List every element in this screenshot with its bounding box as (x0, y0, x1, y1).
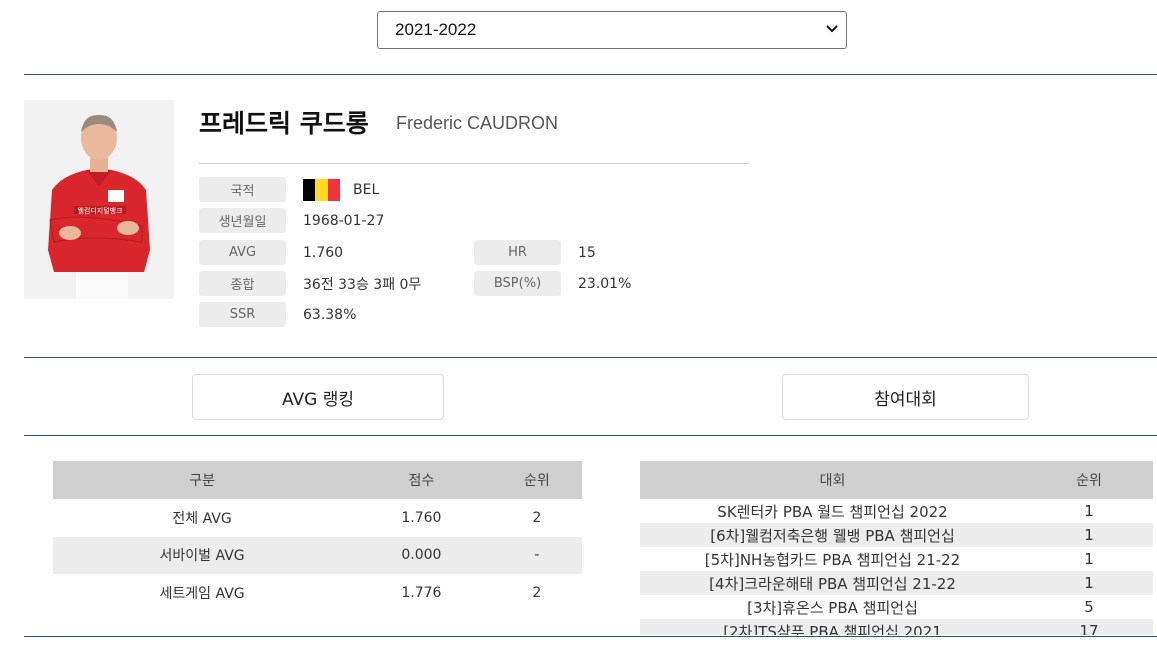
competition-table: 대회 순위 SK렌터카 PBA 월드 챔피언십 2022 1 [6차]웰컴저축은… (640, 461, 1153, 635)
svg-text:웰컴디지털뱅크: 웰컴디지털뱅크 (77, 206, 123, 215)
table-row[interactable]: [2차]TS샴푸 PBA 챔피언십 2021 17 (640, 619, 1153, 635)
avg-ranking-table: 구분 점수 순위 전체 AVG 1.760 2 서바이벌 AVG 0.000 -… (53, 461, 582, 612)
column-header: 순위 (491, 461, 582, 499)
bsp-label: BSP(%) (474, 271, 561, 296)
competition-name: [4차]크라운해태 PBA 챔피언십 21-22 (640, 571, 1025, 595)
birth-label: 생년월일 (199, 208, 286, 233)
table-cell: 서바이벌 AVG (53, 536, 352, 574)
flag-stripe-red (327, 179, 340, 201)
column-header: 순위 (1025, 461, 1153, 499)
total-value: 36전 33승 3패 0무 (303, 276, 422, 293)
section-divider (24, 357, 1157, 358)
competition-rank: 1 (1084, 550, 1094, 568)
bsp-value: 23.01% (578, 275, 632, 292)
hr-value: 15 (578, 244, 596, 261)
competition-name: [3차]휴온스 PBA 챔피언십 (747, 598, 918, 617)
table-row[interactable]: [6차]웰컴저축은행 웰뱅 PBA 챔피언십 1 (640, 523, 1153, 547)
table-header-row: 대회 순위 (640, 461, 1153, 499)
flag-stripe-black (303, 179, 316, 201)
section-divider (24, 74, 1157, 75)
season-selected-value: 2021-2022 (395, 20, 477, 39)
tab-competitions[interactable]: 참여대회 (782, 374, 1029, 420)
table-row[interactable]: [5차]NH농협카드 PBA 챔피언십 21-22 1 (640, 547, 1153, 571)
avg-value: 1.760 (303, 244, 344, 261)
table-cell: 2 (532, 509, 542, 526)
competition-name: [2차]TS샴푸 PBA 챔피언십 2021 (640, 619, 1025, 635)
column-header: 구분 (53, 461, 352, 499)
nationality-label: 국적 (199, 177, 286, 202)
table-header-row: 구분 점수 순위 (53, 461, 582, 499)
ssr-label: SSR (199, 302, 286, 327)
column-header: 점수 (351, 461, 492, 499)
competition-name: [5차]NH농협카드 PBA 챔피언십 21-22 (704, 550, 961, 569)
belgium-flag-icon (303, 179, 340, 201)
season-select-wrap: 2021-2022 (377, 11, 847, 49)
table-cell: 2 (532, 584, 542, 601)
table-row[interactable]: [3차]휴온스 PBA 챔피언십 5 (640, 595, 1153, 619)
table-cell: 1.776 (401, 584, 442, 601)
flag-stripe-yellow (315, 179, 328, 201)
table-row: 세트게임 AVG 1.776 2 (53, 574, 582, 612)
ssr-value: 63.38% (303, 306, 357, 323)
birth-value: 1968-01-27 (303, 212, 385, 229)
competition-rank: 1 (1084, 502, 1094, 520)
name-divider (199, 163, 749, 164)
competition-rank: 5 (1084, 598, 1094, 616)
total-label: 종합 (199, 271, 286, 296)
season-select[interactable]: 2021-2022 (377, 11, 847, 49)
table-row[interactable]: SK렌터카 PBA 월드 챔피언십 2022 1 (640, 499, 1153, 523)
column-header: 대회 (640, 461, 1025, 499)
competition-table-scroll[interactable]: 대회 순위 SK렌터카 PBA 월드 챔피언십 2022 1 [6차]웰컴저축은… (640, 461, 1153, 635)
table-cell: 전체 AVG (172, 510, 232, 527)
competition-name: SK렌터카 PBA 월드 챔피언십 2022 (717, 502, 948, 521)
avg-label: AVG (199, 240, 286, 265)
competition-rank: 1 (1025, 523, 1153, 547)
competition-rank: 17 (1025, 619, 1153, 635)
section-divider (24, 435, 1157, 436)
player-photo: 웰컴디지털뱅크 (24, 100, 174, 299)
hr-label: HR (474, 240, 561, 265)
nationality-value: BEL (353, 181, 380, 198)
table-cell: 세트게임 AVG (159, 585, 245, 602)
table-cell: 0.000 (351, 536, 492, 574)
section-divider (24, 636, 1157, 637)
competition-name: [6차]웰컴저축은행 웰뱅 PBA 챔피언십 (640, 523, 1025, 547)
table-row[interactable]: [4차]크라운해태 PBA 챔피언십 21-22 1 (640, 571, 1153, 595)
chevron-down-icon (826, 25, 838, 35)
table-cell: - (491, 536, 582, 574)
table-row: 서바이벌 AVG 0.000 - (53, 536, 582, 574)
competition-rank: 1 (1025, 571, 1153, 595)
table-row: 전체 AVG 1.760 2 (53, 499, 582, 537)
tab-avg-ranking[interactable]: AVG 랭킹 (192, 374, 444, 420)
player-name-english: Frederic CAUDRON (396, 113, 559, 133)
table-cell: 1.760 (401, 509, 442, 526)
player-name-korean: 프레드릭 쿠드롱 (199, 109, 369, 138)
